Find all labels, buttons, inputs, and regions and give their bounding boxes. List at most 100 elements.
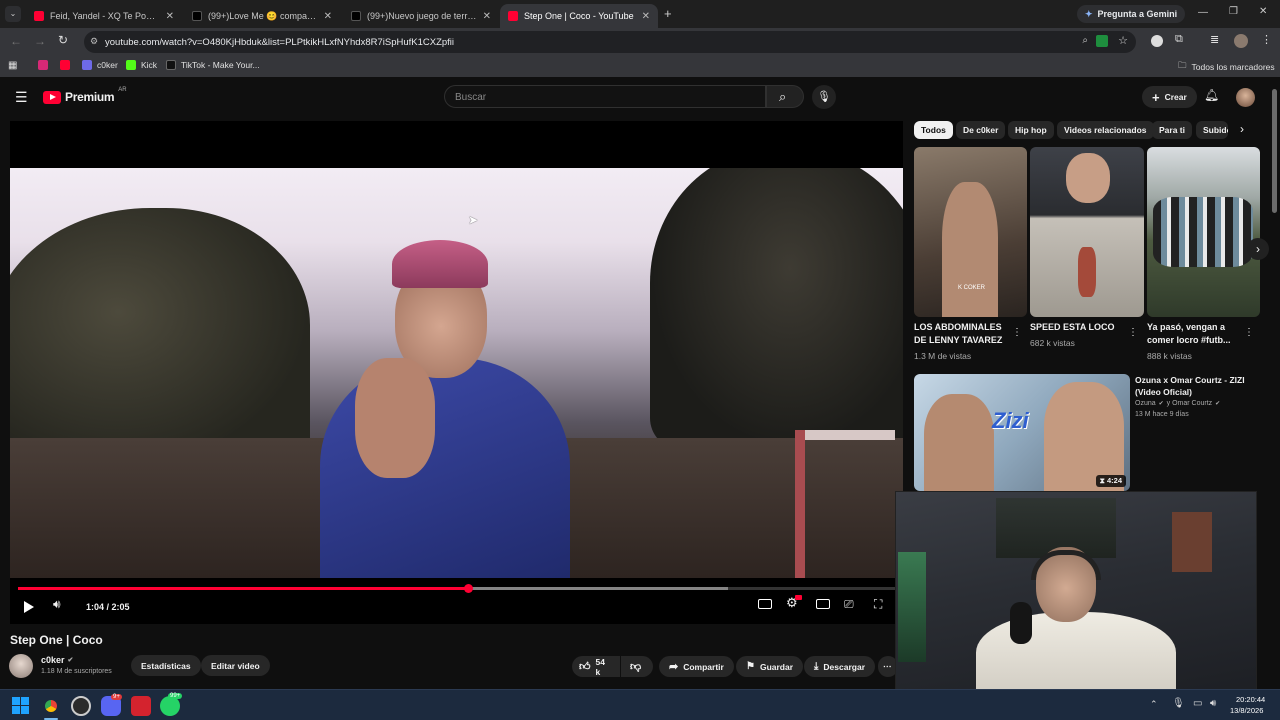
like-button[interactable]: 👍︎ 54 k	[572, 656, 620, 677]
display-icon[interactable]: ▭	[1193, 698, 1202, 709]
extension-icon[interactable]	[1151, 35, 1163, 47]
channel-avatar[interactable]	[9, 654, 33, 678]
new-tab-button[interactable]: +	[664, 6, 672, 21]
browser-tab-active[interactable]: Step One | Coco - YouTube ✕	[500, 4, 658, 28]
scrollbar[interactable]	[1272, 89, 1277, 213]
reload-icon[interactable]: ↻	[58, 33, 68, 47]
tab-search-icon[interactable]: ⌄	[5, 6, 21, 22]
search-button[interactable]: ⌕	[766, 85, 804, 108]
chip-hip-hop[interactable]: Hip hop	[1008, 121, 1054, 139]
youtube-logo[interactable]: Premium AR	[43, 87, 127, 104]
edit-video-button[interactable]: Editar video	[201, 655, 270, 676]
whatsapp-icon[interactable]	[160, 696, 180, 716]
download-button[interactable]: ⤓ Descargar	[804, 656, 876, 677]
menu-icon[interactable]: ⋮	[1261, 33, 1272, 46]
chip-de-c0ker[interactable]: De c0ker	[956, 121, 1006, 139]
video-player[interactable]: ➤ 🔊︎ 1:04 / 2:05 ⚙ ⎚ ⛶	[10, 121, 903, 624]
apps-icon[interactable]: ▦	[8, 60, 17, 71]
short-views: 682 k vistas	[1030, 338, 1075, 348]
progress-scrubber[interactable]	[463, 584, 473, 593]
chip-videos-relacionados[interactable]: Videos relacionados	[1057, 121, 1154, 139]
chip-todos[interactable]: Todos	[914, 121, 953, 139]
save-button[interactable]: ⚑ Guardar	[736, 656, 804, 677]
next-shorts-button[interactable]: ›	[1247, 238, 1269, 260]
extensions-puzzle-icon[interactable]: ⧉	[1175, 33, 1183, 46]
speaker-icon[interactable]: 🔊︎	[1210, 698, 1216, 709]
fullscreen-icon[interactable]: ⛶	[874, 597, 882, 612]
bookmark-kick[interactable]: Kick	[126, 60, 157, 70]
chip-subidos[interactable]: Subidos	[1196, 121, 1228, 139]
related-video-title[interactable]: Ozuna x Omar Courtz - ZIZI (Video Oficia…	[1135, 374, 1247, 398]
tiktok-icon	[166, 60, 176, 70]
microphone-icon[interactable]: 🎙︎	[1172, 698, 1185, 709]
short-thumbnail[interactable]	[1030, 147, 1144, 317]
chip-para-ti[interactable]: Para ti	[1152, 121, 1192, 139]
browser-tab[interactable]: (99+)Love Me 😊 compartan 💗 ✕	[184, 4, 340, 28]
short-title[interactable]: Ya pasó, vengan a comer locro #futb...	[1147, 321, 1243, 347]
short-thumbnail[interactable]	[1147, 147, 1260, 317]
site-info-icon[interactable]: ⚙	[90, 36, 98, 47]
voice-search-button[interactable]: 🎙	[812, 85, 836, 109]
more-options-icon[interactable]: ⋮	[1128, 327, 1138, 338]
video-frame[interactable]: ➤	[10, 168, 903, 578]
more-options-icon[interactable]: ⋮	[1012, 327, 1022, 338]
clock-date[interactable]: 13/8/2026	[1230, 706, 1263, 715]
restore-button[interactable]: ❐	[1229, 6, 1238, 17]
progress-bar-track[interactable]	[18, 584, 895, 593]
short-thumbnail[interactable]: K COKER	[914, 147, 1027, 317]
cast-icon[interactable]: ⎚	[844, 597, 854, 612]
clock-time[interactable]: 20:20:44	[1236, 695, 1265, 704]
notifications-bell-icon[interactable]: 🔔︎	[1204, 88, 1219, 102]
short-title[interactable]: SPEED ESTA LOCO	[1030, 321, 1126, 334]
related-thumb-text: Zizi	[992, 408, 1029, 433]
bookmark-c0ker[interactable]: c0ker	[82, 60, 118, 70]
reading-list-icon[interactable]: ≣	[1210, 33, 1219, 46]
forward-icon[interactable]: →	[34, 34, 46, 48]
channel-name[interactable]: c0ker ✔	[41, 655, 73, 665]
browser-tab[interactable]: Feid, Yandel - XQ Te Pones Así ( ✕	[26, 4, 182, 28]
tray-chevron-icon[interactable]: ⌃	[1150, 699, 1158, 710]
bookmark-youtube[interactable]	[60, 60, 70, 70]
related-video-channel[interactable]: Ozuna ✔ y Omar Courtz ✔	[1135, 400, 1220, 407]
page-title: Step One | Coco	[10, 633, 103, 647]
back-icon[interactable]: ←	[10, 34, 22, 48]
search-input[interactable]: Buscar	[444, 85, 766, 108]
create-button[interactable]: + Crear	[1142, 86, 1197, 108]
dislike-button[interactable]: 👎︎	[621, 656, 653, 677]
more-options-icon[interactable]: ⋮	[1244, 327, 1254, 338]
all-bookmarks-folder[interactable]: 🗀 Todos los marcadores	[1178, 60, 1275, 74]
thumbs-up-icon: 👍︎	[579, 661, 591, 673]
bookmark-star-icon[interactable]: ☆	[1118, 34, 1128, 47]
related-video-thumbnail[interactable]: Zizi ⧗ 4:24	[914, 374, 1130, 491]
extension-active-icon[interactable]	[1096, 35, 1108, 47]
miniplayer-icon[interactable]	[816, 599, 830, 609]
bookmark-instagram[interactable]	[38, 60, 48, 70]
close-window-button[interactable]: ✕	[1259, 6, 1267, 17]
chevron-right-icon[interactable]: ›	[1240, 122, 1244, 136]
address-bar[interactable]: ⚙ youtube.com/watch?v=O480KjHbduk&list=P…	[84, 31, 1136, 53]
stats-button[interactable]: Estadísticas	[131, 655, 201, 676]
play-icon[interactable]	[24, 601, 34, 613]
minimize-button[interactable]: —	[1198, 7, 1208, 18]
close-icon[interactable]: ✕	[483, 11, 491, 22]
bookmark-icon: ⚑	[746, 661, 755, 672]
webcam-overlay	[895, 491, 1257, 694]
close-icon[interactable]: ✕	[166, 11, 174, 22]
windows-start-icon[interactable]	[12, 697, 29, 714]
avatar[interactable]	[1236, 88, 1255, 107]
share-button[interactable]: ➦ Compartir	[659, 656, 734, 677]
obs-icon[interactable]	[71, 696, 91, 716]
close-icon[interactable]: ✕	[642, 11, 650, 22]
close-icon[interactable]: ✕	[324, 11, 332, 22]
app-red-icon[interactable]	[131, 696, 151, 716]
browser-tab[interactable]: (99+)Nuevo juego de terror | U ✕	[343, 4, 499, 28]
gemini-button[interactable]: ✦ Pregunta a Gemini	[1077, 5, 1186, 23]
zoom-icon[interactable]: ⌕	[1082, 35, 1088, 46]
bookmark-tiktok[interactable]: TikTok - Make Your...	[166, 60, 260, 70]
short-title[interactable]: LOS ABDOMINALES DE LENNY TAVAREZ	[914, 321, 1010, 347]
profile-avatar[interactable]	[1234, 34, 1248, 48]
subtitles-icon[interactable]	[758, 599, 772, 609]
hamburger-menu-icon[interactable]: ☰	[15, 89, 28, 106]
chrome-icon[interactable]	[41, 696, 61, 716]
volume-icon[interactable]: 🔊︎	[53, 597, 61, 612]
